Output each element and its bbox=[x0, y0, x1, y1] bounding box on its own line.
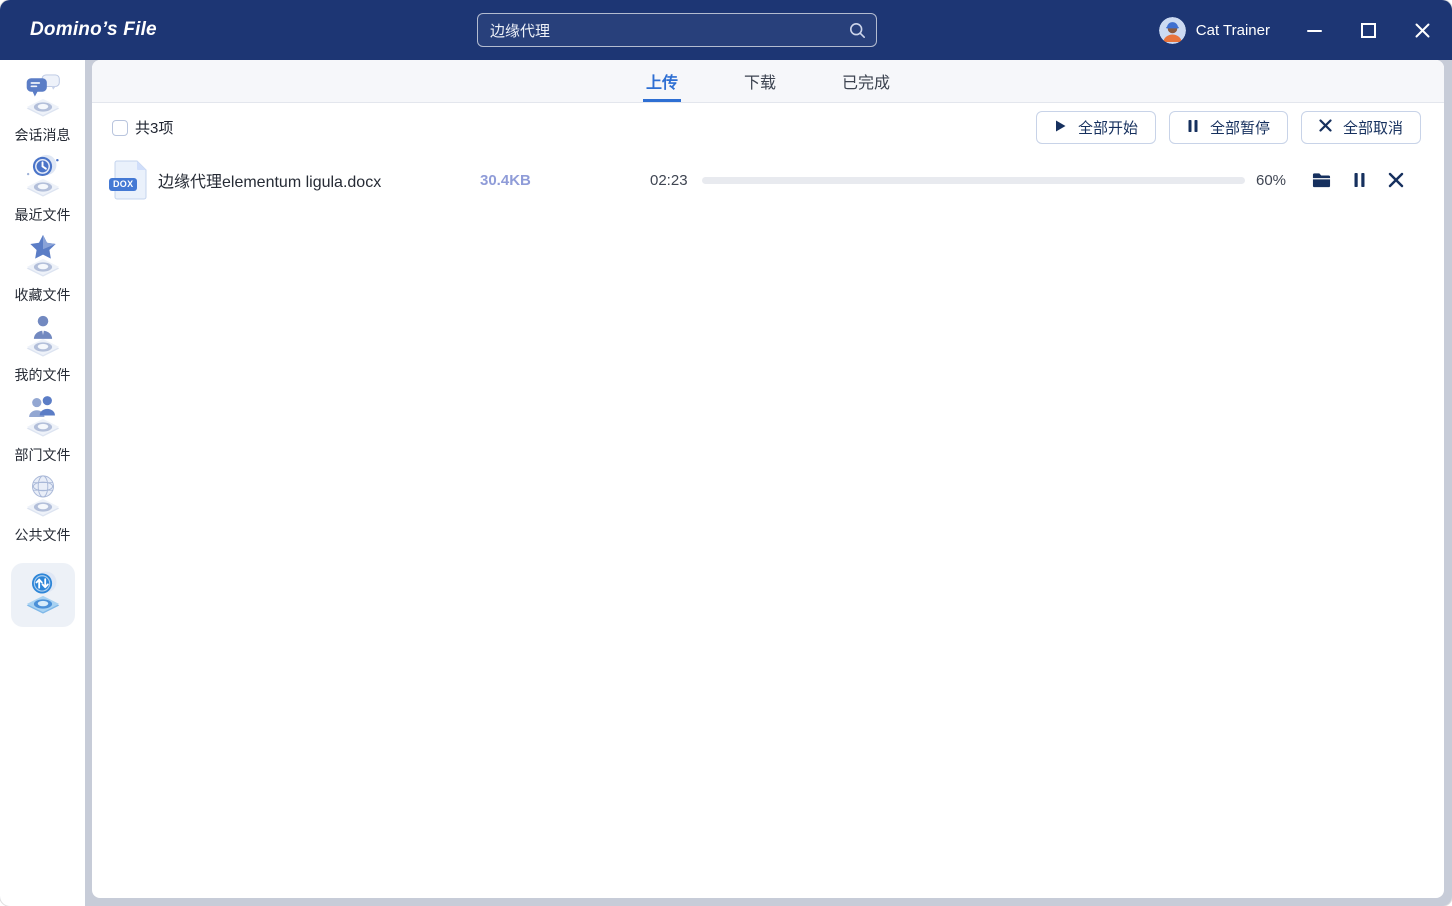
main-panel: 上传 下载 已完成 共3项 全部开始 bbox=[92, 60, 1444, 898]
sidebar-item-starred-files[interactable]: 收藏文件 bbox=[0, 229, 85, 309]
titlebar-right-cluster: Cat Trainer bbox=[1159, 17, 1452, 44]
tab-upload-label: 上传 bbox=[646, 69, 678, 93]
starred-files-icon bbox=[20, 233, 66, 284]
row-actions bbox=[1312, 172, 1404, 188]
user-avatar[interactable] bbox=[1159, 17, 1186, 44]
file-type-badge: DOX bbox=[109, 178, 137, 191]
title-bar: Domino’s File bbox=[0, 0, 1452, 60]
chat-messages-icon bbox=[20, 73, 66, 124]
cancel-all-button[interactable]: 全部取消 bbox=[1301, 111, 1421, 144]
pause-all-button[interactable]: 全部暂停 bbox=[1169, 111, 1288, 144]
cancel-transfer-icon[interactable] bbox=[1388, 172, 1404, 188]
item-count-label: 共3项 bbox=[135, 117, 173, 138]
sidebar-item-chat-messages[interactable]: 会话消息 bbox=[0, 69, 85, 149]
sidebar-item-label: 部门文件 bbox=[15, 445, 71, 465]
app-title: Domino’s File bbox=[30, 19, 157, 41]
start-all-label: 全部开始 bbox=[1078, 117, 1138, 138]
sidebar-item-public-files[interactable]: 公共文件 bbox=[0, 469, 85, 549]
progress-bar bbox=[702, 177, 1245, 184]
sidebar-item-recent-files[interactable]: 最近文件 bbox=[0, 149, 85, 229]
transfer-list-icon bbox=[20, 570, 66, 621]
tab-download[interactable]: 下载 bbox=[741, 60, 779, 102]
maximize-button[interactable] bbox=[1358, 20, 1378, 40]
sidebar-item-label: 公共文件 bbox=[15, 525, 71, 545]
my-files-icon bbox=[20, 313, 66, 364]
sidebar-item-label: 收藏文件 bbox=[15, 285, 71, 305]
tab-upload[interactable]: 上传 bbox=[643, 60, 681, 102]
open-folder-icon[interactable] bbox=[1312, 172, 1331, 188]
pause-all-label: 全部暂停 bbox=[1210, 117, 1270, 138]
sidebar-item-label: 最近文件 bbox=[15, 205, 71, 225]
sidebar: 会话消息 最近 bbox=[0, 60, 85, 906]
department-files-icon bbox=[20, 393, 66, 444]
sidebar-item-transfer-list[interactable] bbox=[11, 563, 75, 627]
pause-icon bbox=[1187, 119, 1199, 137]
user-name: Cat Trainer bbox=[1196, 22, 1270, 39]
start-all-button[interactable]: 全部开始 bbox=[1036, 111, 1156, 144]
close-window-button[interactable] bbox=[1412, 20, 1432, 40]
tab-completed-label: 已完成 bbox=[842, 69, 890, 93]
tab-download-label: 下载 bbox=[744, 69, 776, 93]
search-input[interactable] bbox=[478, 22, 849, 39]
docx-file-icon: DOX bbox=[112, 160, 148, 200]
search-icon[interactable] bbox=[849, 22, 866, 39]
pause-transfer-icon[interactable] bbox=[1353, 172, 1366, 188]
transfer-toolbar: 共3项 全部开始 全部暂停 bbox=[92, 103, 1444, 144]
time-remaining: 02:23 bbox=[650, 172, 692, 189]
app-window: Domino’s File bbox=[0, 0, 1452, 906]
progress-percent-label: 60% bbox=[1256, 172, 1296, 189]
minimize-button[interactable] bbox=[1304, 20, 1324, 40]
cancel-all-label: 全部取消 bbox=[1343, 117, 1403, 138]
tab-completed[interactable]: 已完成 bbox=[839, 60, 893, 102]
bulk-action-buttons: 全部开始 全部暂停 全部取消 bbox=[1036, 111, 1421, 144]
sidebar-item-department-files[interactable]: 部门文件 bbox=[0, 389, 85, 469]
sidebar-item-my-files[interactable]: 我的文件 bbox=[0, 309, 85, 389]
transfer-row: DOX 边缘代理elementum ligula.docx 30.4KB 02:… bbox=[92, 158, 1444, 202]
sidebar-item-label: 会话消息 bbox=[15, 125, 71, 145]
recent-files-icon bbox=[20, 153, 66, 204]
select-all-checkbox[interactable] bbox=[112, 120, 128, 136]
app-body: 会话消息 最近 bbox=[0, 60, 1452, 906]
play-icon bbox=[1054, 119, 1067, 137]
file-size: 30.4KB bbox=[480, 172, 630, 189]
file-name: 边缘代理elementum ligula.docx bbox=[158, 168, 458, 192]
sidebar-item-label: 我的文件 bbox=[15, 365, 71, 385]
public-files-icon bbox=[20, 473, 66, 524]
search-box[interactable] bbox=[477, 13, 877, 47]
cancel-icon bbox=[1319, 119, 1332, 136]
transfer-tabs: 上传 下载 已完成 bbox=[92, 60, 1444, 103]
